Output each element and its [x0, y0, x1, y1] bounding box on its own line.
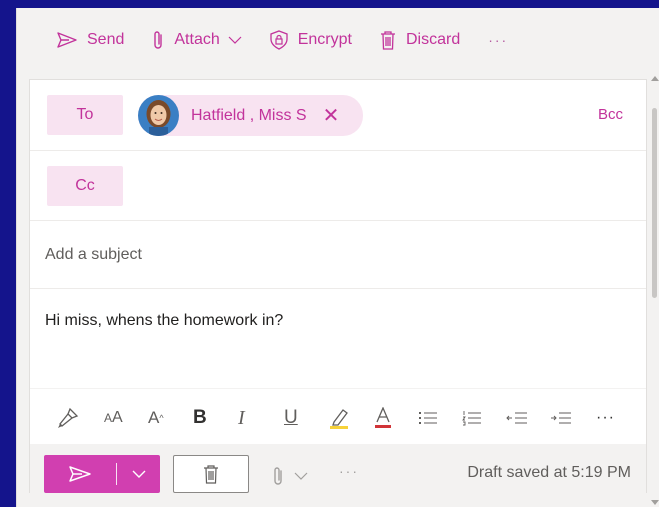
- numbering-icon[interactable]: [462, 407, 482, 429]
- more-format-button[interactable]: ···: [596, 407, 615, 429]
- discard-button[interactable]: [173, 455, 249, 493]
- recipient-chip[interactable]: Hatfield , Miss S ✕: [138, 95, 363, 136]
- format-painter-icon[interactable]: [57, 407, 79, 429]
- encrypt-command[interactable]: Encrypt: [270, 30, 352, 50]
- increase-indent-icon[interactable]: [550, 407, 572, 429]
- chevron-down-icon: [132, 470, 145, 478]
- send-command-label: Send: [87, 31, 125, 48]
- cc-row: Cc: [30, 151, 646, 221]
- scroll-up-icon[interactable]: [651, 76, 659, 81]
- recipient-name: Hatfield , Miss S: [191, 106, 307, 124]
- decrease-indent-icon[interactable]: [506, 407, 528, 429]
- send-button[interactable]: [44, 455, 160, 493]
- encrypt-command-label: Encrypt: [297, 31, 352, 48]
- more-icon: ···: [488, 32, 509, 48]
- font-color-icon[interactable]: [374, 407, 392, 429]
- trash-icon: [380, 31, 395, 50]
- to-button[interactable]: To: [47, 95, 123, 135]
- subject-input[interactable]: Add a subject: [45, 221, 605, 289]
- cc-button[interactable]: Cc: [47, 166, 123, 206]
- action-row: ··· Draft saved at 5:19 PM: [30, 444, 646, 494]
- scrollbar[interactable]: [649, 72, 659, 507]
- bullets-icon[interactable]: [418, 407, 438, 429]
- to-row: To Hatfield , Miss S ✕ Bcc: [30, 80, 646, 151]
- shield-lock-icon: [270, 30, 288, 50]
- draft-status: Draft saved at 5:19 PM: [467, 464, 631, 481]
- scroll-thumb[interactable]: [652, 108, 657, 298]
- underline-icon[interactable]: U: [284, 407, 298, 429]
- send-options-button[interactable]: [117, 469, 160, 479]
- bcc-button[interactable]: Bcc: [598, 106, 623, 123]
- grow-font-icon[interactable]: A ^: [148, 407, 164, 429]
- more-options-button[interactable]: ···: [339, 463, 359, 479]
- send-icon: [69, 466, 91, 482]
- trash-icon: [204, 465, 218, 484]
- chevron-down-icon: [294, 472, 308, 480]
- chevron-down-icon: [228, 36, 242, 44]
- send-command[interactable]: Send: [57, 31, 124, 49]
- send-divider: [116, 463, 117, 485]
- send-icon: [57, 32, 77, 48]
- scroll-down-icon[interactable]: [651, 500, 659, 505]
- remove-recipient-icon[interactable]: ✕: [323, 106, 340, 126]
- command-bar: Send Attach Encrypt Discard ···: [17, 8, 659, 72]
- attach-button[interactable]: [272, 466, 308, 486]
- message-body[interactable]: Hi miss, whens the homework in?: [45, 312, 283, 330]
- avatar: [138, 95, 179, 136]
- send-button-main[interactable]: [44, 466, 116, 482]
- compose-card: To Hatfield , Miss S ✕ Bcc Cc Add a subj…: [29, 79, 647, 494]
- discard-command-label: Discard: [405, 31, 461, 48]
- paperclip-icon: [274, 467, 282, 485]
- paperclip-icon: [154, 31, 163, 49]
- italic-icon[interactable]: I: [238, 407, 245, 429]
- bold-icon[interactable]: B: [193, 407, 207, 429]
- attach-command-label: Attach: [174, 31, 220, 48]
- discard-command[interactable]: Discard: [380, 30, 460, 50]
- highlight-icon[interactable]: [328, 407, 350, 429]
- more-commands-button[interactable]: ···: [488, 32, 508, 48]
- format-toolbar: AA A ^ B I U ···: [30, 388, 646, 444]
- attach-command[interactable]: Attach: [152, 30, 242, 50]
- font-size-icon[interactable]: AA: [104, 407, 123, 429]
- compose-window: Send Attach Encrypt Discard ··· To Hatfi…: [16, 8, 659, 507]
- subject-row: Add a subject: [30, 221, 646, 289]
